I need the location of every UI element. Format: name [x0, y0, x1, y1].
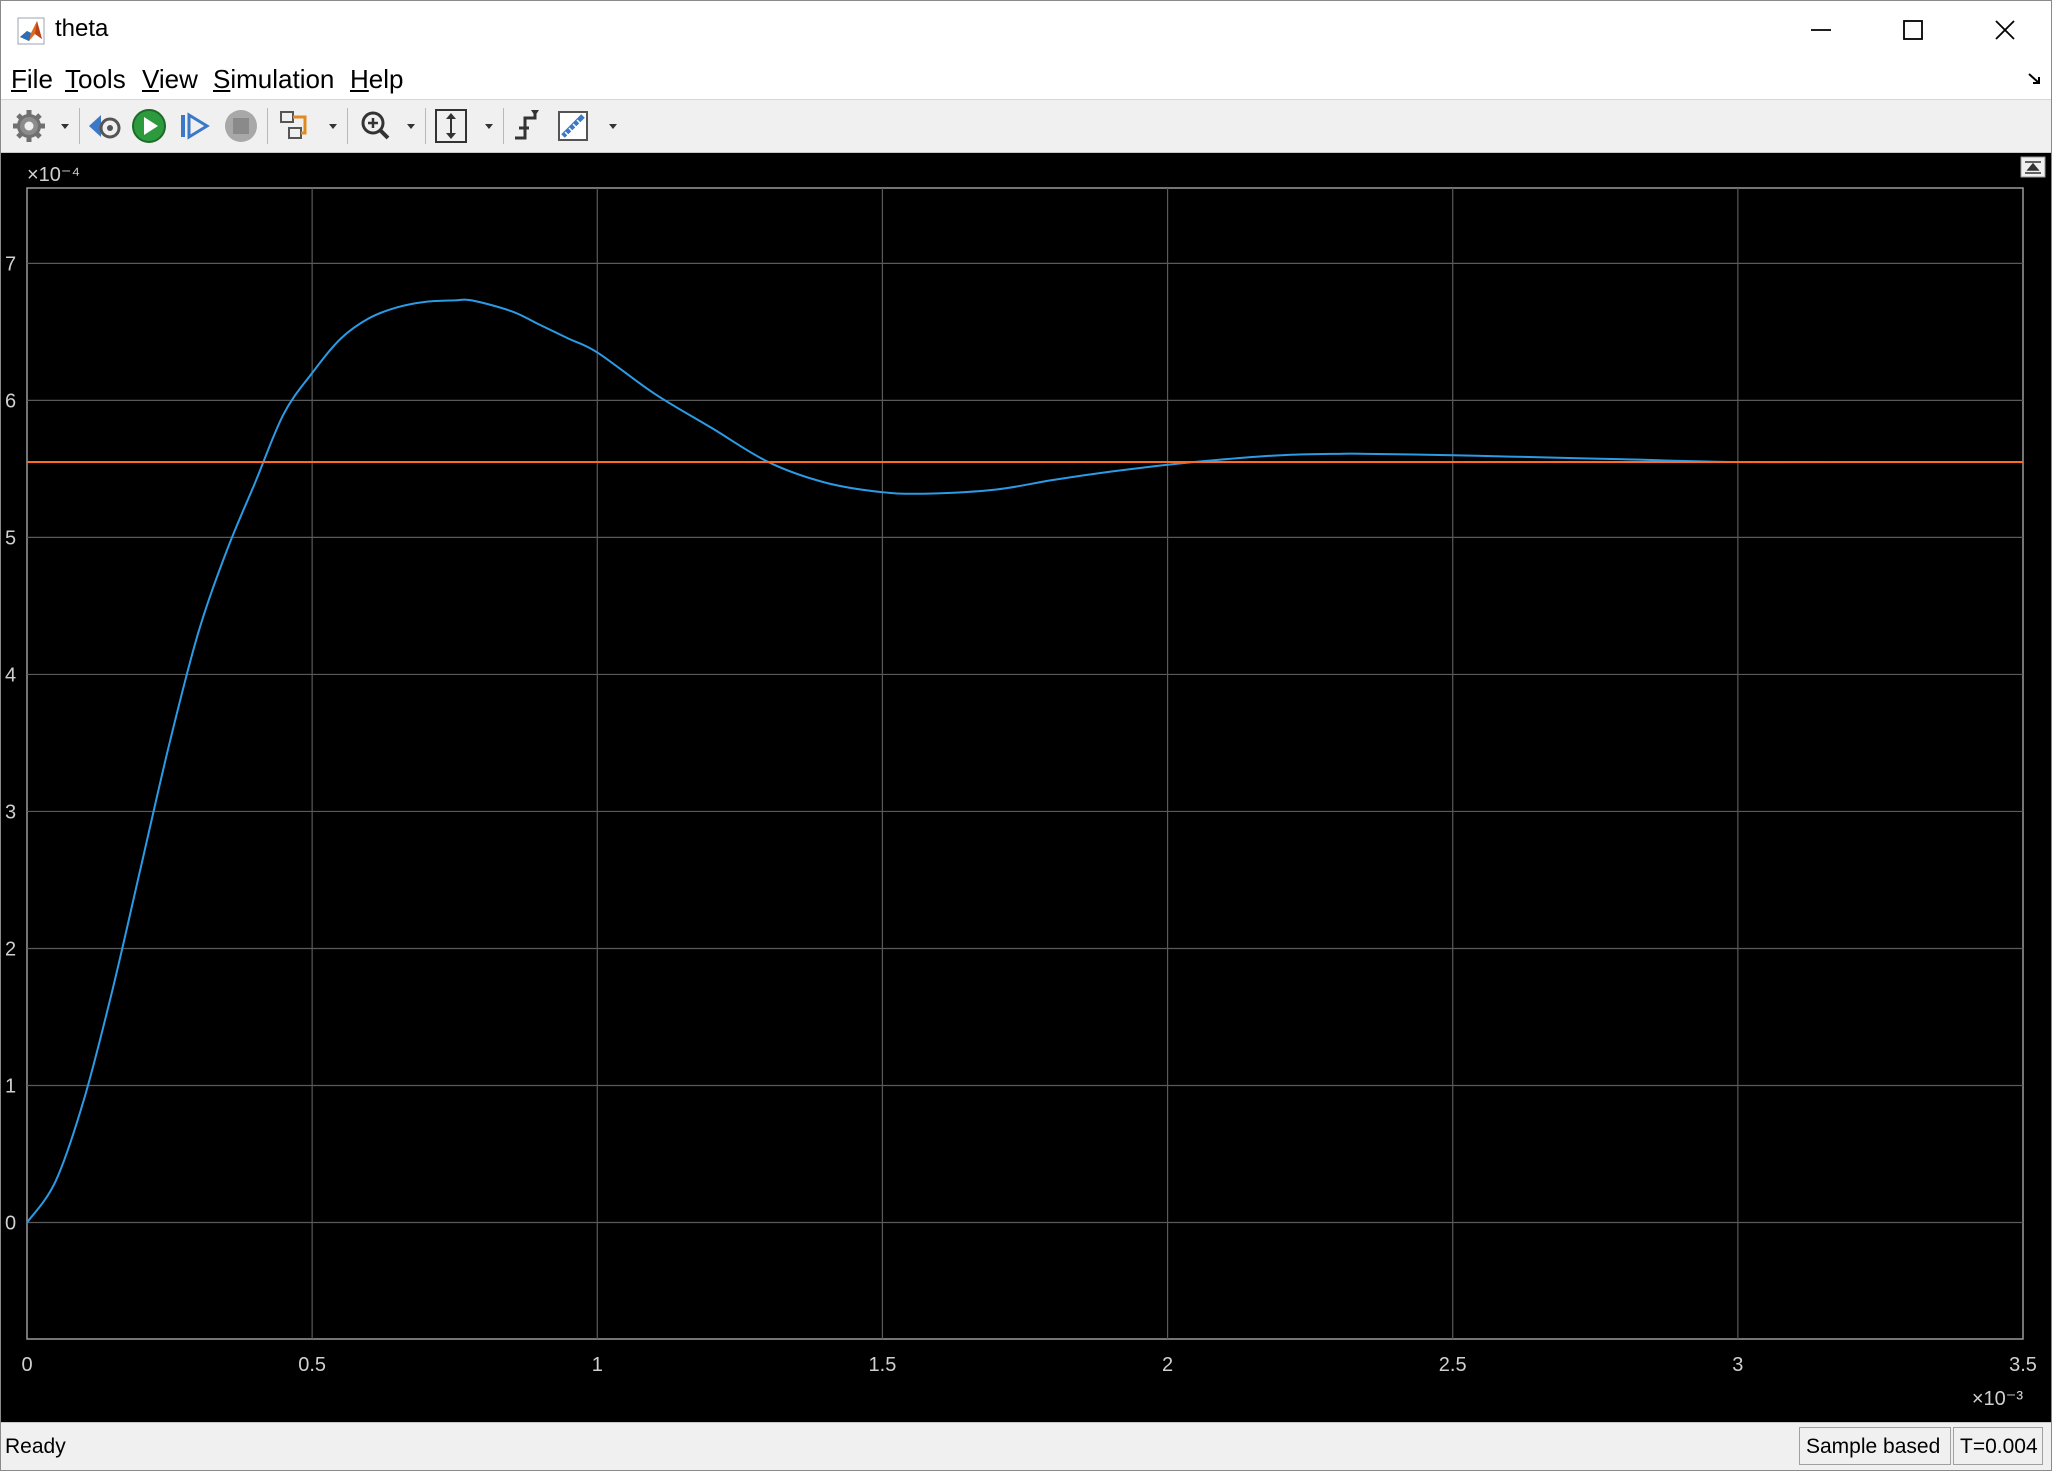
y-exponent-label: ×10⁻⁴	[27, 164, 80, 186]
maximize-icon	[1903, 20, 1923, 40]
signal-config-icon	[280, 111, 337, 139]
status-ready: Ready	[5, 1435, 66, 1458]
y-tick-label: 2	[5, 938, 16, 960]
display-undock-button[interactable]	[2020, 156, 2046, 178]
toolbar	[1, 100, 2051, 153]
plot-frame	[26, 187, 2024, 1340]
y-tick-label: 3	[5, 801, 16, 823]
maximize-button[interactable]	[1867, 1, 1959, 59]
menu-file[interactable]: File	[11, 64, 53, 95]
minimize-icon	[1811, 29, 1831, 31]
close-icon	[1995, 20, 2015, 40]
scale-axes-button[interactable]	[433, 106, 497, 146]
menu-tools[interactable]: Tools	[65, 64, 126, 95]
y-tick-label: 1	[5, 1076, 16, 1098]
x-tick-label: 3	[1732, 1354, 1743, 1376]
triggers-button[interactable]	[509, 106, 549, 146]
run-button[interactable]	[129, 106, 169, 146]
menu-simulation[interactable]: Simulation	[213, 64, 334, 95]
y-tick-label: 7	[5, 253, 16, 275]
measurements-button[interactable]	[555, 106, 621, 146]
y-tick-label: 4	[5, 664, 16, 686]
x-exponent-label: ×10⁻³	[1972, 1388, 2023, 1410]
x-tick-label: 2	[1162, 1354, 1173, 1376]
scope-display[interactable]: 0 0.5 1 1.5 2 2.5 3 3.5 0 1 2 3 4 5 6 7 ×10⁻⁴ ×10⁻³	[1, 153, 2051, 1422]
scope-chart[interactable]: 0 0.5 1 1.5 2 2.5 3 3.5 0 1 2 3 4 5 6 7 ×10⁻⁴ ×10⁻³	[1, 153, 2051, 1422]
stop-button[interactable]	[221, 106, 261, 146]
settings-button[interactable]	[9, 106, 73, 146]
x-tick-label: 0.5	[298, 1354, 326, 1376]
step-back-icon	[89, 115, 121, 139]
step-forward-button[interactable]	[175, 106, 215, 146]
measurements-icon	[558, 111, 617, 141]
menu-help[interactable]: Help	[350, 64, 403, 95]
triggers-icon	[515, 110, 539, 140]
matlab-logo-icon	[17, 17, 45, 45]
run-icon	[132, 109, 166, 143]
menu-bar: File Tools View Simulation Help	[1, 59, 2051, 100]
status-sample-mode: Sample based	[1799, 1427, 1951, 1465]
stop-icon	[225, 110, 257, 142]
scope-window: theta File Tools View Simulation Help 0 …	[0, 0, 2052, 1471]
x-tick-label: 2.5	[1439, 1354, 1467, 1376]
y-tick-label: 6	[5, 390, 16, 412]
scale-axes-icon	[435, 109, 493, 143]
status-bar: Ready Sample based T=0.004	[1, 1422, 2051, 1470]
series-line-response	[26, 298, 2023, 1224]
x-tick-label: 1.5	[869, 1354, 897, 1376]
highlight-signal-button[interactable]	[275, 106, 341, 146]
undock-arrow-icon[interactable]	[2027, 71, 2043, 87]
close-button[interactable]	[1959, 1, 2051, 59]
x-tick-label: 1	[592, 1354, 603, 1376]
menu-view[interactable]: View	[142, 64, 198, 95]
window-title: theta	[55, 15, 109, 42]
minimize-button[interactable]	[1775, 1, 1867, 59]
step-forward-icon	[181, 112, 210, 140]
step-back-button[interactable]	[85, 106, 125, 146]
status-sim-time: T=0.004	[1953, 1427, 2043, 1465]
zoom-button[interactable]	[355, 106, 419, 146]
x-tick-label: 0	[21, 1354, 32, 1376]
y-tick-label: 5	[5, 527, 16, 549]
title-bar[interactable]: theta	[1, 1, 2051, 59]
x-tick-label: 3.5	[2009, 1354, 2037, 1376]
y-tick-label: 0	[5, 1213, 16, 1235]
zoom-icon	[361, 111, 415, 140]
gear-icon	[13, 110, 69, 142]
